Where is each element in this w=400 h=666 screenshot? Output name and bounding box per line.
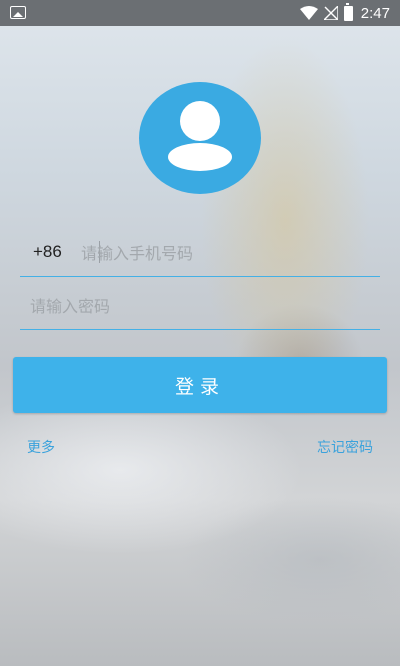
password-row — [20, 284, 380, 330]
more-link[interactable]: 更多 — [27, 437, 55, 457]
status-time: 2:47 — [360, 4, 390, 22]
login-button[interactable]: 登录 — [13, 357, 387, 413]
avatar — [139, 82, 261, 194]
password-input[interactable] — [30, 293, 370, 319]
no-signal-icon — [323, 6, 338, 20]
phone-input[interactable] — [81, 240, 371, 266]
user-icon — [168, 101, 232, 171]
phone-row: +86 — [20, 231, 380, 277]
status-bar: 2:47 — [0, 0, 400, 26]
wifi-icon — [299, 6, 318, 20]
battery-charging-icon — [343, 2, 353, 21]
image-icon — [10, 6, 26, 19]
forgot-password-link[interactable]: 忘记密码 — [317, 437, 373, 457]
country-code[interactable]: +86 — [33, 242, 62, 262]
